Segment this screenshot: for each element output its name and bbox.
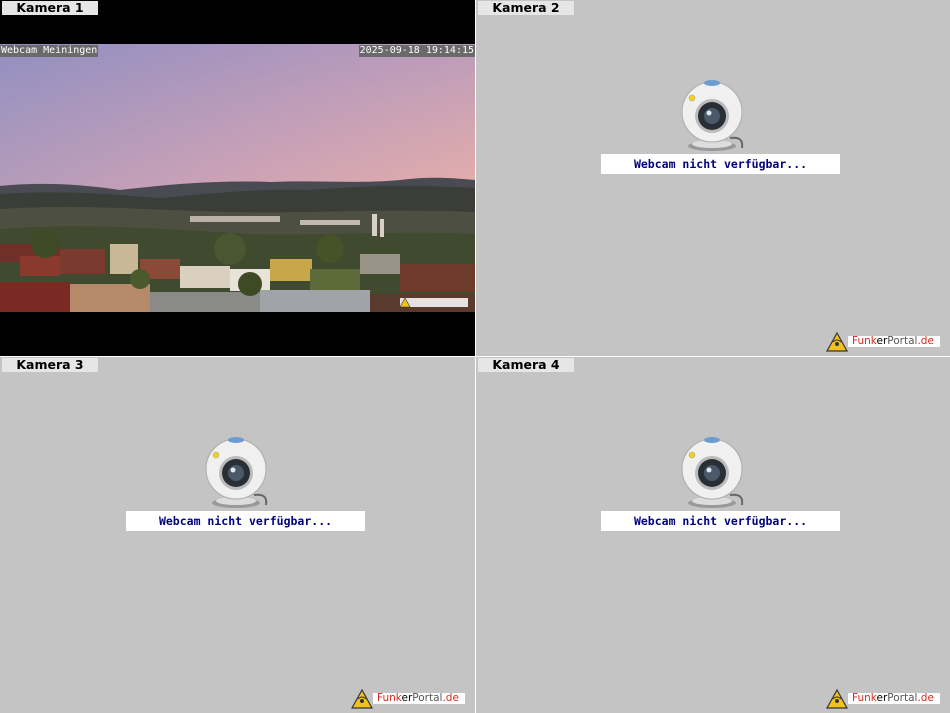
warning-antenna-icon <box>826 332 848 352</box>
funkerportal-logo[interactable]: FunkerPortal.de <box>826 689 944 709</box>
webcam-icon <box>202 435 274 511</box>
camera-label: Kamera 4 <box>478 358 574 372</box>
webcam-timestamp-overlay: 2025-09-18 19:14:15 <box>358 45 475 57</box>
warning-antenna-icon <box>826 689 848 709</box>
warning-antenna-icon <box>351 689 373 709</box>
camera-label: Kamera 3 <box>2 358 98 372</box>
status-message: Webcam nicht verfügbar... <box>601 511 840 531</box>
funkerportal-logo[interactable]: FunkerPortal.de <box>351 689 469 709</box>
funkerportal-logo[interactable]: FunkerPortal.de <box>826 332 944 352</box>
webcam-title-overlay: Webcam Meiningen <box>0 45 99 57</box>
camera-label: Kamera 1 <box>2 1 98 15</box>
status-message: Webcam nicht verfügbar... <box>601 154 840 174</box>
camera-panel-1[interactable]: Kamera 1 Webcam Meiningen 2025-09-18 19:… <box>0 0 475 356</box>
webcam-image <box>0 44 475 312</box>
webcam-icon <box>678 78 750 154</box>
camera-panel-4[interactable]: Kamera 4 Webcam nicht verfügbar... Funke… <box>476 357 950 713</box>
camera-panel-2[interactable]: Kamera 2 Webcam nicht verfügbar... Funke… <box>476 0 950 356</box>
webcam-icon <box>678 435 750 511</box>
camera-panel-3[interactable]: Kamera 3 Webcam nicht verfügbar... Funke… <box>0 357 475 713</box>
camera-label: Kamera 2 <box>478 1 574 15</box>
status-message: Webcam nicht verfügbar... <box>126 511 365 531</box>
